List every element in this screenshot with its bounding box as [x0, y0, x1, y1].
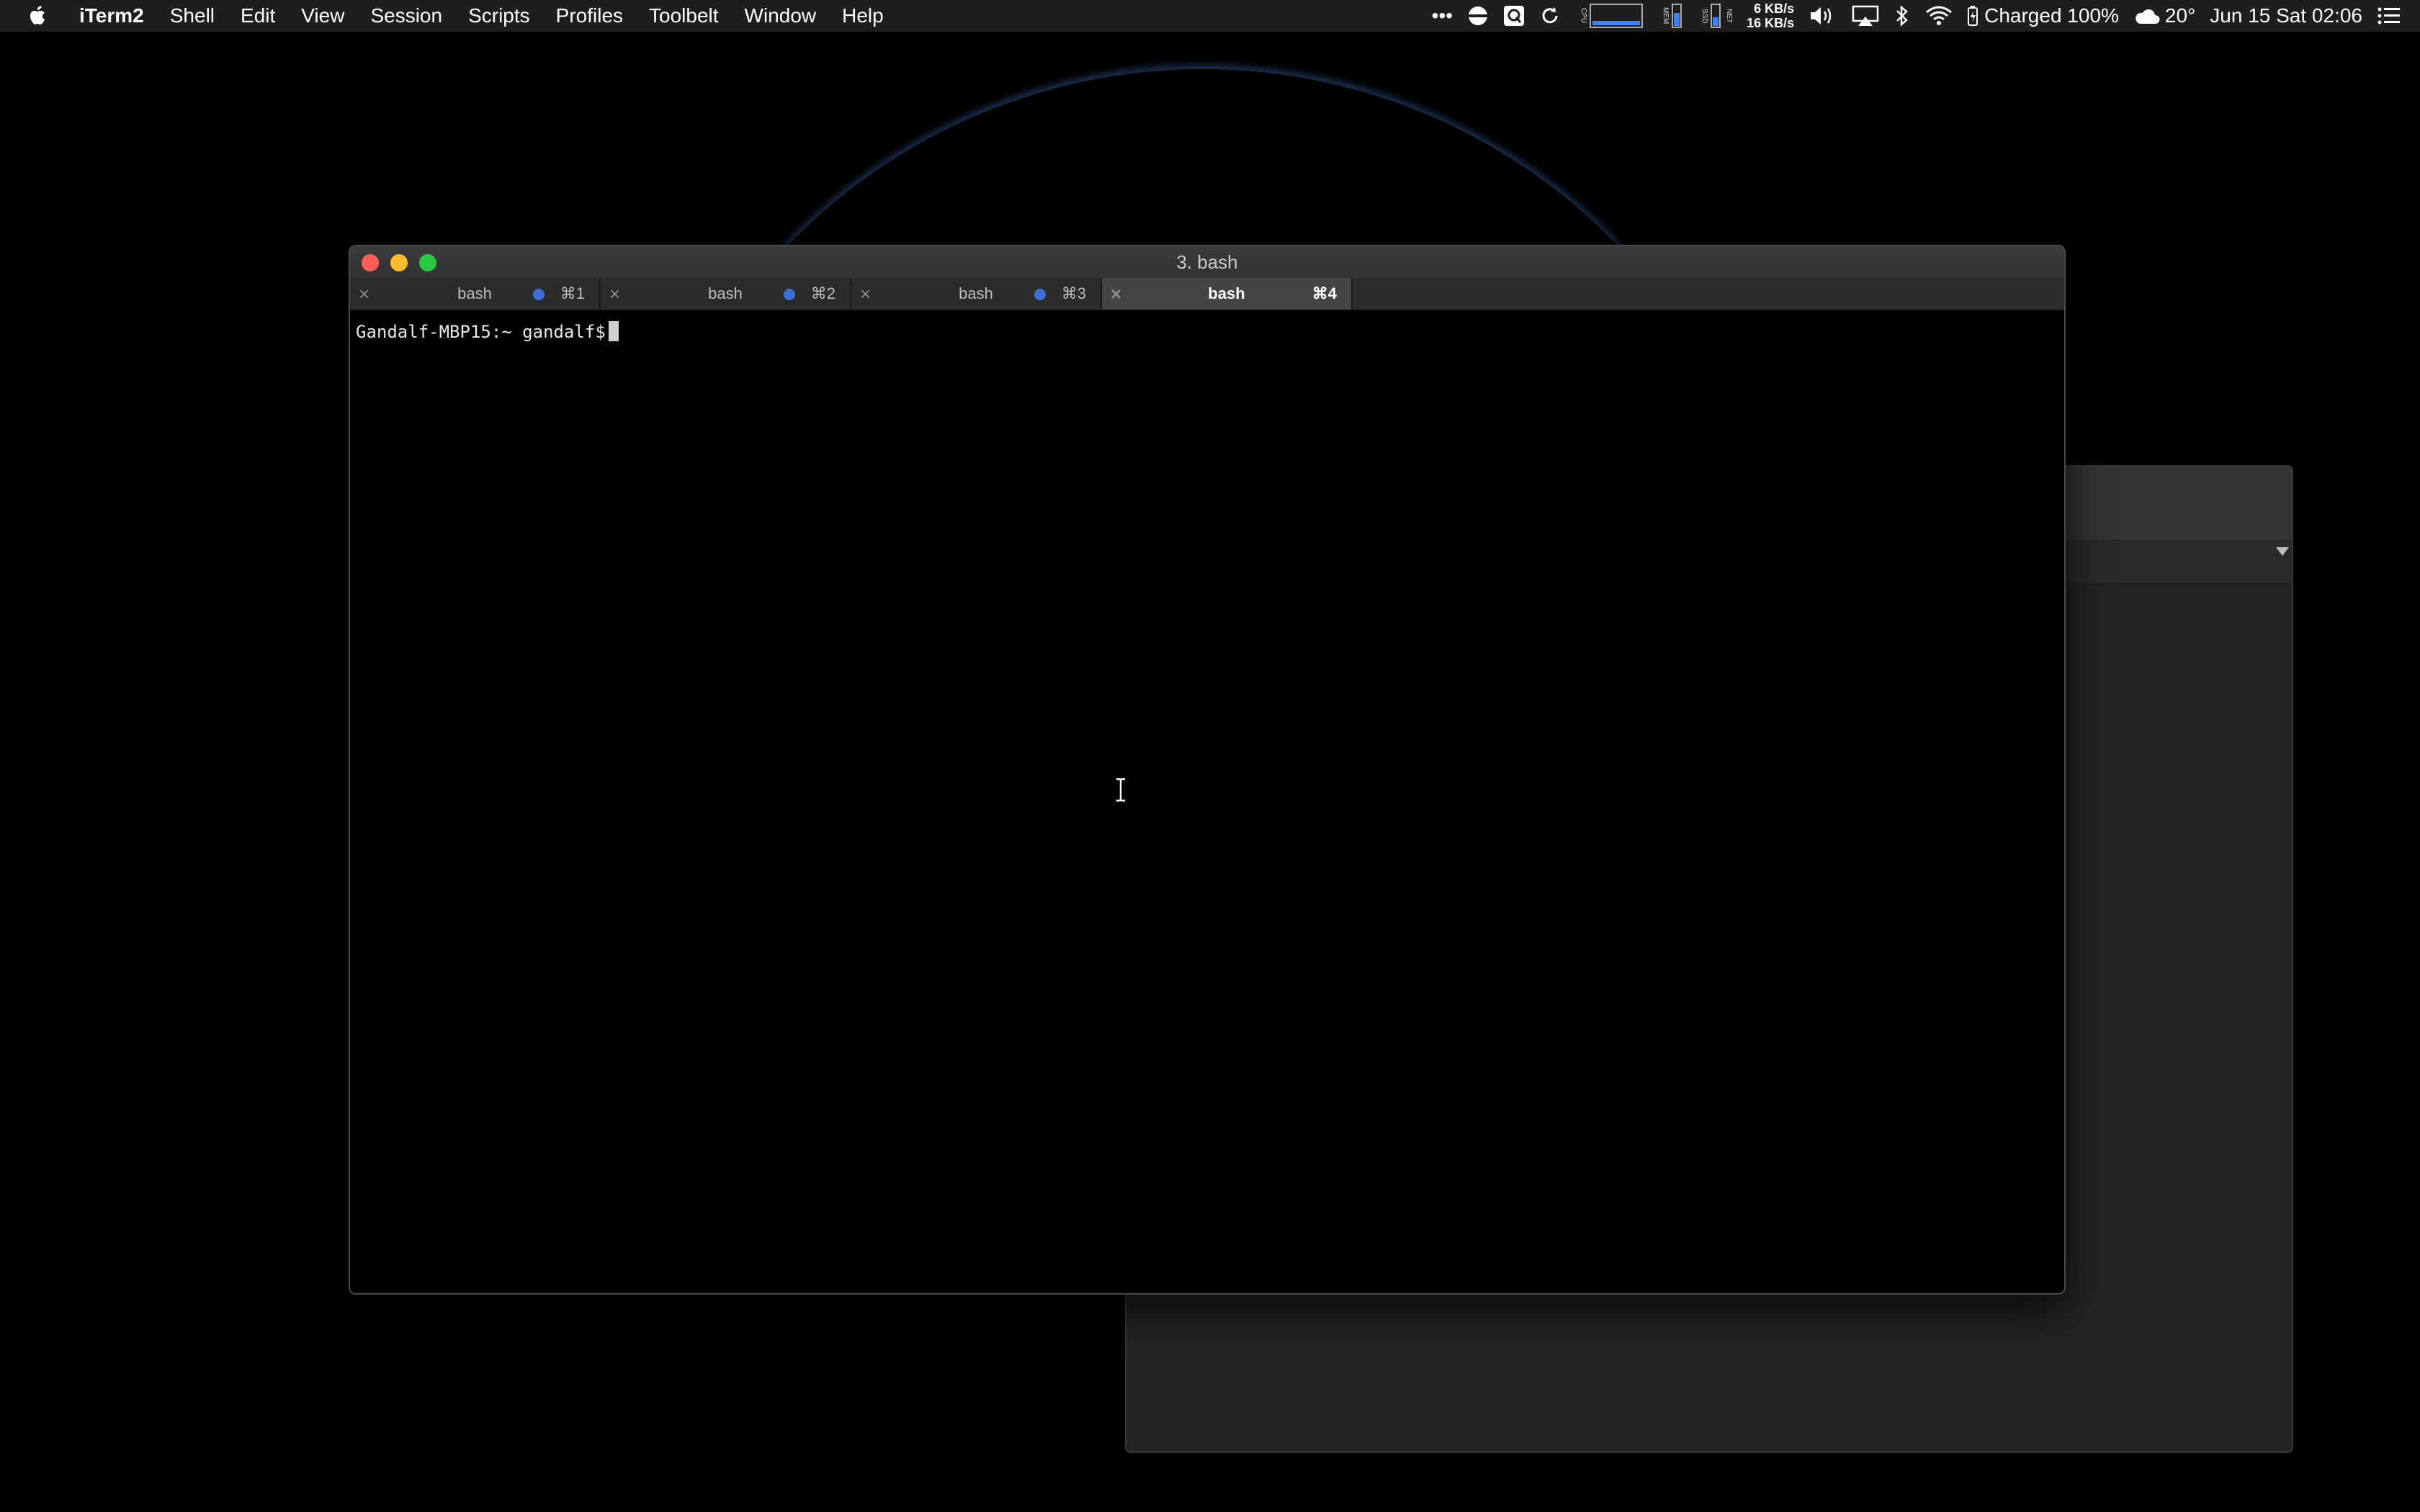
menu-edit[interactable]: Edit — [241, 4, 275, 27]
window-title: 3. bash — [1176, 251, 1238, 273]
tab-bash-2[interactable]: × bash ⌘2 — [601, 278, 851, 310]
disk-meter-icon[interactable]: SSD NET — [1696, 4, 1733, 28]
network-speed[interactable]: 6 KB/s 16 KB/s — [1747, 1, 1794, 30]
battery-icon[interactable]: Charged 100% — [1967, 4, 2119, 27]
menu-profiles[interactable]: Profiles — [556, 4, 623, 27]
menu-view[interactable]: View — [301, 4, 344, 27]
volume-icon[interactable] — [1809, 5, 1837, 27]
tab-shortcut: ⌘1 — [560, 284, 585, 302]
net-download: 16 KB/s — [1747, 16, 1795, 30]
app-q-icon[interactable] — [1503, 5, 1525, 27]
iterm-window[interactable]: 3. bash × bash ⌘1 × bash ⌘2 × bash ⌘3 × … — [349, 245, 2066, 1295]
terminal-session[interactable]: Gandalf-MBP15:~ gandalf$ — [356, 321, 2064, 1293]
menu-scripts[interactable]: Scripts — [468, 4, 530, 27]
more-status-items-icon[interactable]: ••• — [1432, 4, 1453, 27]
tab-bar: × bash ⌘1 × bash ⌘2 × bash ⌘3 × bash ⌘4 — [350, 278, 2064, 310]
menu-toolbelt[interactable]: Toolbelt — [649, 4, 719, 27]
battery-status: Charged 100% — [1984, 4, 2119, 27]
bluetooth-icon[interactable] — [1894, 4, 1911, 27]
activity-dot-icon — [784, 289, 795, 300]
menu-window[interactable]: Window — [745, 4, 817, 27]
tab-bash-1[interactable]: × bash ⌘1 — [350, 278, 601, 310]
menu-bar: iTerm2 Shell Edit View Session Scripts P… — [0, 0, 2420, 32]
sync-icon[interactable] — [1539, 5, 1561, 27]
shell-prompt: Gandalf-MBP15:~ gandalf$ — [356, 322, 606, 342]
status-indicator-icon[interactable] — [1467, 5, 1489, 27]
menu-help[interactable]: Help — [842, 4, 884, 27]
clock[interactable]: Jun 15 Sat 02:06 — [2210, 4, 2362, 27]
cpu-meter-icon[interactable]: CPU — [1575, 4, 1644, 28]
tab-shortcut: ⌘4 — [1312, 284, 1337, 302]
activity-dot-icon — [533, 289, 544, 300]
menu-shell[interactable]: Shell — [170, 4, 215, 27]
memory-meter-icon[interactable]: MEM — [1657, 4, 1682, 28]
tab-bash-4[interactable]: × bash ⌘4 — [1102, 278, 1353, 310]
weather-icon[interactable]: 20° — [2133, 4, 2195, 27]
tab-shortcut: ⌘2 — [810, 284, 835, 302]
tab-bash-3[interactable]: × bash ⌘3 — [851, 278, 1102, 310]
apple-menu-icon[interactable] — [26, 4, 50, 28]
ruler-marker-icon[interactable] — [2276, 547, 2289, 556]
ibeam-cursor-icon — [1116, 778, 1125, 802]
menu-session[interactable]: Session — [370, 4, 442, 27]
tab-shortcut: ⌘3 — [1061, 284, 1086, 302]
text-cursor — [608, 321, 619, 341]
wifi-icon[interactable] — [1925, 5, 1953, 27]
activity-dot-icon — [1034, 289, 1046, 300]
net-upload: 6 KB/s — [1754, 1, 1795, 16]
menu-app-name[interactable]: iTerm2 — [79, 4, 144, 27]
weather-temp: 20° — [2164, 4, 2196, 27]
window-titlebar[interactable]: 3. bash — [350, 246, 2064, 279]
airplay-icon[interactable] — [1852, 5, 1879, 27]
notification-center-icon[interactable] — [2377, 6, 2401, 26]
